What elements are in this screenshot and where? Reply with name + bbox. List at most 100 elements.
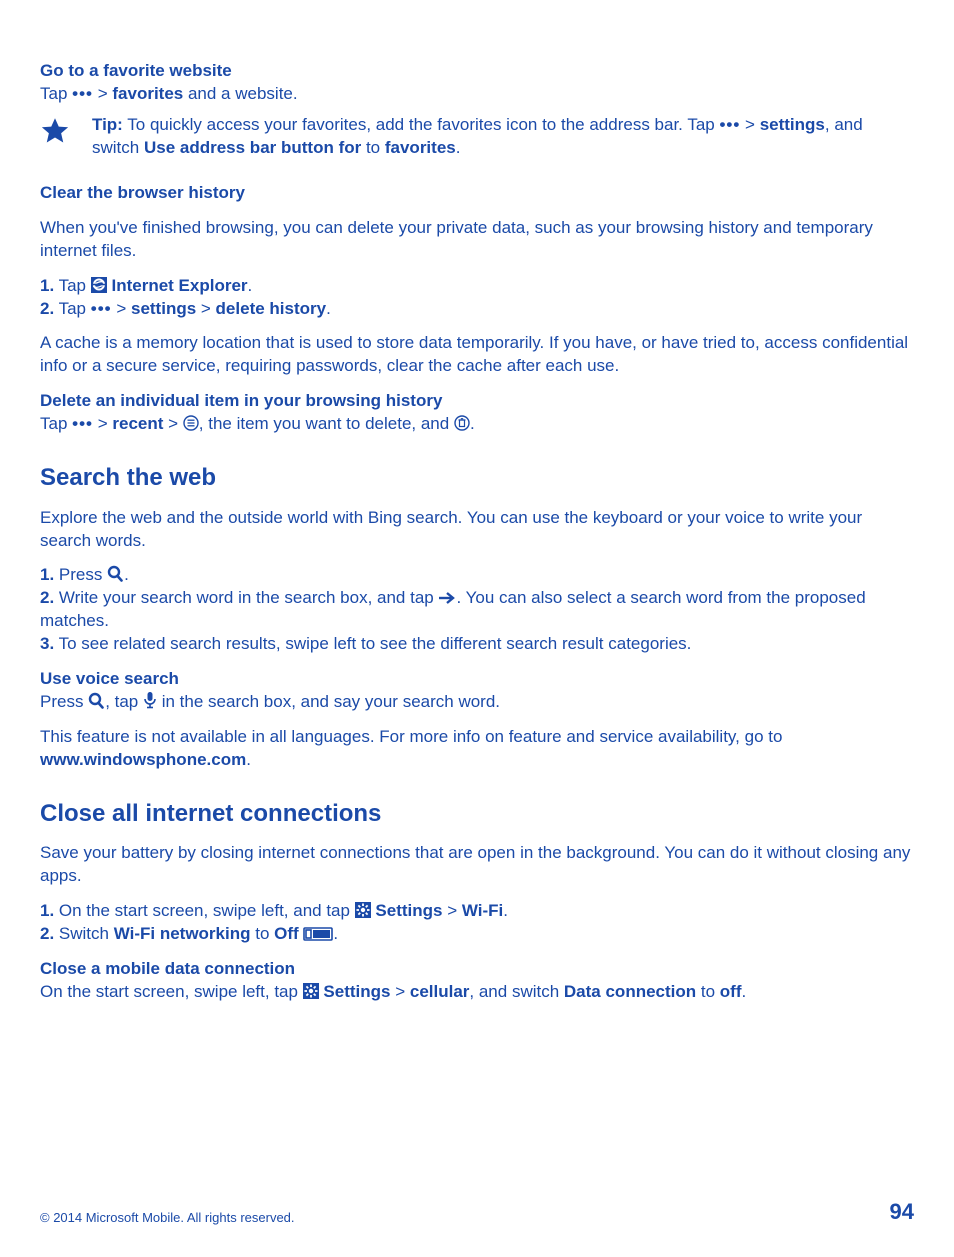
tip-text: Tip: To quickly access your favorites, a…	[92, 114, 914, 160]
text: Tap	[54, 299, 91, 318]
search-icon	[88, 692, 105, 709]
text: >	[93, 414, 112, 433]
delete-icon	[454, 415, 470, 431]
text: To quickly access your favorites, add th…	[123, 115, 720, 134]
step-num: 2.	[40, 299, 54, 318]
clear-history-p2: A cache is a memory location that is use…	[40, 332, 914, 378]
text: , tap	[105, 692, 143, 711]
step-num: 2.	[40, 588, 54, 607]
text: This feature is not available in all lan…	[40, 727, 782, 746]
search-web-p1: Explore the web and the outside world wi…	[40, 507, 914, 553]
text: >	[93, 84, 112, 103]
step-num: 1.	[40, 901, 54, 920]
heading-go-to-favorite: Go to a favorite website	[40, 60, 914, 83]
settings-label: settings	[760, 115, 825, 134]
page-footer: © 2014 Microsoft Mobile. All rights rese…	[40, 1197, 914, 1227]
text: Switch	[54, 924, 114, 943]
heading-voice-search: Use voice search	[40, 668, 914, 691]
text: to	[696, 982, 720, 1001]
text: >	[442, 901, 461, 920]
more-icon: •••	[72, 414, 93, 433]
favorites-label: favorites	[112, 84, 183, 103]
text: On the start screen, swipe left, tap	[40, 982, 303, 1001]
close-mobile-data-body: On the start screen, swipe left, tap Set…	[40, 981, 914, 1004]
text: , and switch	[469, 982, 564, 1001]
step-num: 3.	[40, 634, 54, 653]
toggle-off-icon	[303, 927, 333, 941]
wifi-label: Wi-Fi	[462, 901, 503, 920]
go-to-favorite-body: Tap ••• > favorites and a website.	[40, 83, 914, 106]
microphone-icon	[143, 691, 157, 709]
text: .	[246, 750, 251, 769]
page-number: 94	[890, 1197, 914, 1227]
tip-row: Tip: To quickly access your favorites, a…	[40, 114, 914, 160]
recent-label: recent	[112, 414, 163, 433]
text: and a website.	[183, 84, 297, 103]
settings-icon	[355, 902, 371, 918]
ie-icon	[91, 277, 107, 293]
clear-history-p1: When you've finished browsing, you can d…	[40, 217, 914, 263]
ie-label: Internet Explorer	[111, 276, 247, 295]
close-connections-p1: Save your battery by closing internet co…	[40, 842, 914, 888]
text: Tap	[40, 414, 72, 433]
go-arrow-icon	[438, 591, 456, 605]
text: .	[248, 276, 253, 295]
settings-label: settings	[131, 299, 196, 318]
heading-clear-history: Clear the browser history	[40, 182, 914, 205]
off-label: Off	[274, 924, 299, 943]
url: www.windowsphone.com	[40, 750, 246, 769]
wifi-networking-label: Wi-Fi networking	[114, 924, 251, 943]
clear-history-steps: 1. Tap Internet Explorer. 2. Tap ••• > s…	[40, 275, 914, 321]
delete-history-label: delete history	[216, 299, 327, 318]
text: Tap	[40, 84, 72, 103]
text: Tap	[54, 276, 91, 295]
more-icon: •••	[91, 299, 112, 318]
text: >	[390, 982, 409, 1001]
heading-delete-item: Delete an individual item in your browsi…	[40, 390, 914, 413]
text: to	[361, 138, 385, 157]
step-num: 2.	[40, 924, 54, 943]
text: Press	[40, 692, 88, 711]
text: On the start screen, swipe left, and tap	[54, 901, 355, 920]
text: >	[163, 414, 182, 433]
search-icon	[107, 565, 124, 582]
text: .	[503, 901, 508, 920]
step-num: 1.	[40, 276, 54, 295]
copyright: © 2014 Microsoft Mobile. All rights rese…	[40, 1209, 295, 1227]
star-icon	[40, 116, 70, 146]
voice-search-note: This feature is not available in all lan…	[40, 726, 914, 772]
text: in the search box, and say your search w…	[157, 692, 500, 711]
text: >	[740, 115, 759, 134]
text: To see related search results, swipe lef…	[54, 634, 691, 653]
step-num: 1.	[40, 565, 54, 584]
text: .	[326, 299, 331, 318]
text: >	[112, 299, 131, 318]
search-web-steps: 1. Press . 2. Write your search word in …	[40, 564, 914, 656]
text: .	[124, 565, 129, 584]
more-icon: •••	[719, 115, 740, 134]
text: .	[333, 924, 338, 943]
data-connection-label: Data connection	[564, 982, 696, 1001]
settings-label: Settings	[323, 982, 390, 1001]
voice-search-body: Press , tap in the search box, and say y…	[40, 691, 914, 714]
select-icon	[183, 415, 199, 431]
off-label: off	[720, 982, 742, 1001]
close-connections-steps: 1. On the start screen, swipe left, and …	[40, 900, 914, 946]
heading-close-mobile-data: Close a mobile data connection	[40, 958, 914, 981]
text: Write your search word in the search box…	[54, 588, 438, 607]
heading-close-connections: Close all internet connections	[40, 798, 914, 830]
delete-item-body: Tap ••• > recent > , the item you want t…	[40, 413, 914, 436]
text: .	[456, 138, 461, 157]
tip-label: Tip:	[92, 115, 123, 134]
heading-search-web: Search the web	[40, 462, 914, 494]
more-icon: •••	[72, 84, 93, 103]
text: >	[196, 299, 215, 318]
settings-icon	[303, 983, 319, 999]
use-address-bar-label: Use address bar button for	[144, 138, 361, 157]
favorites-label: favorites	[385, 138, 456, 157]
text: to	[251, 924, 275, 943]
text: .	[470, 414, 475, 433]
text: .	[742, 982, 747, 1001]
text: Press	[54, 565, 107, 584]
text: , the item you want to delete, and	[199, 414, 454, 433]
